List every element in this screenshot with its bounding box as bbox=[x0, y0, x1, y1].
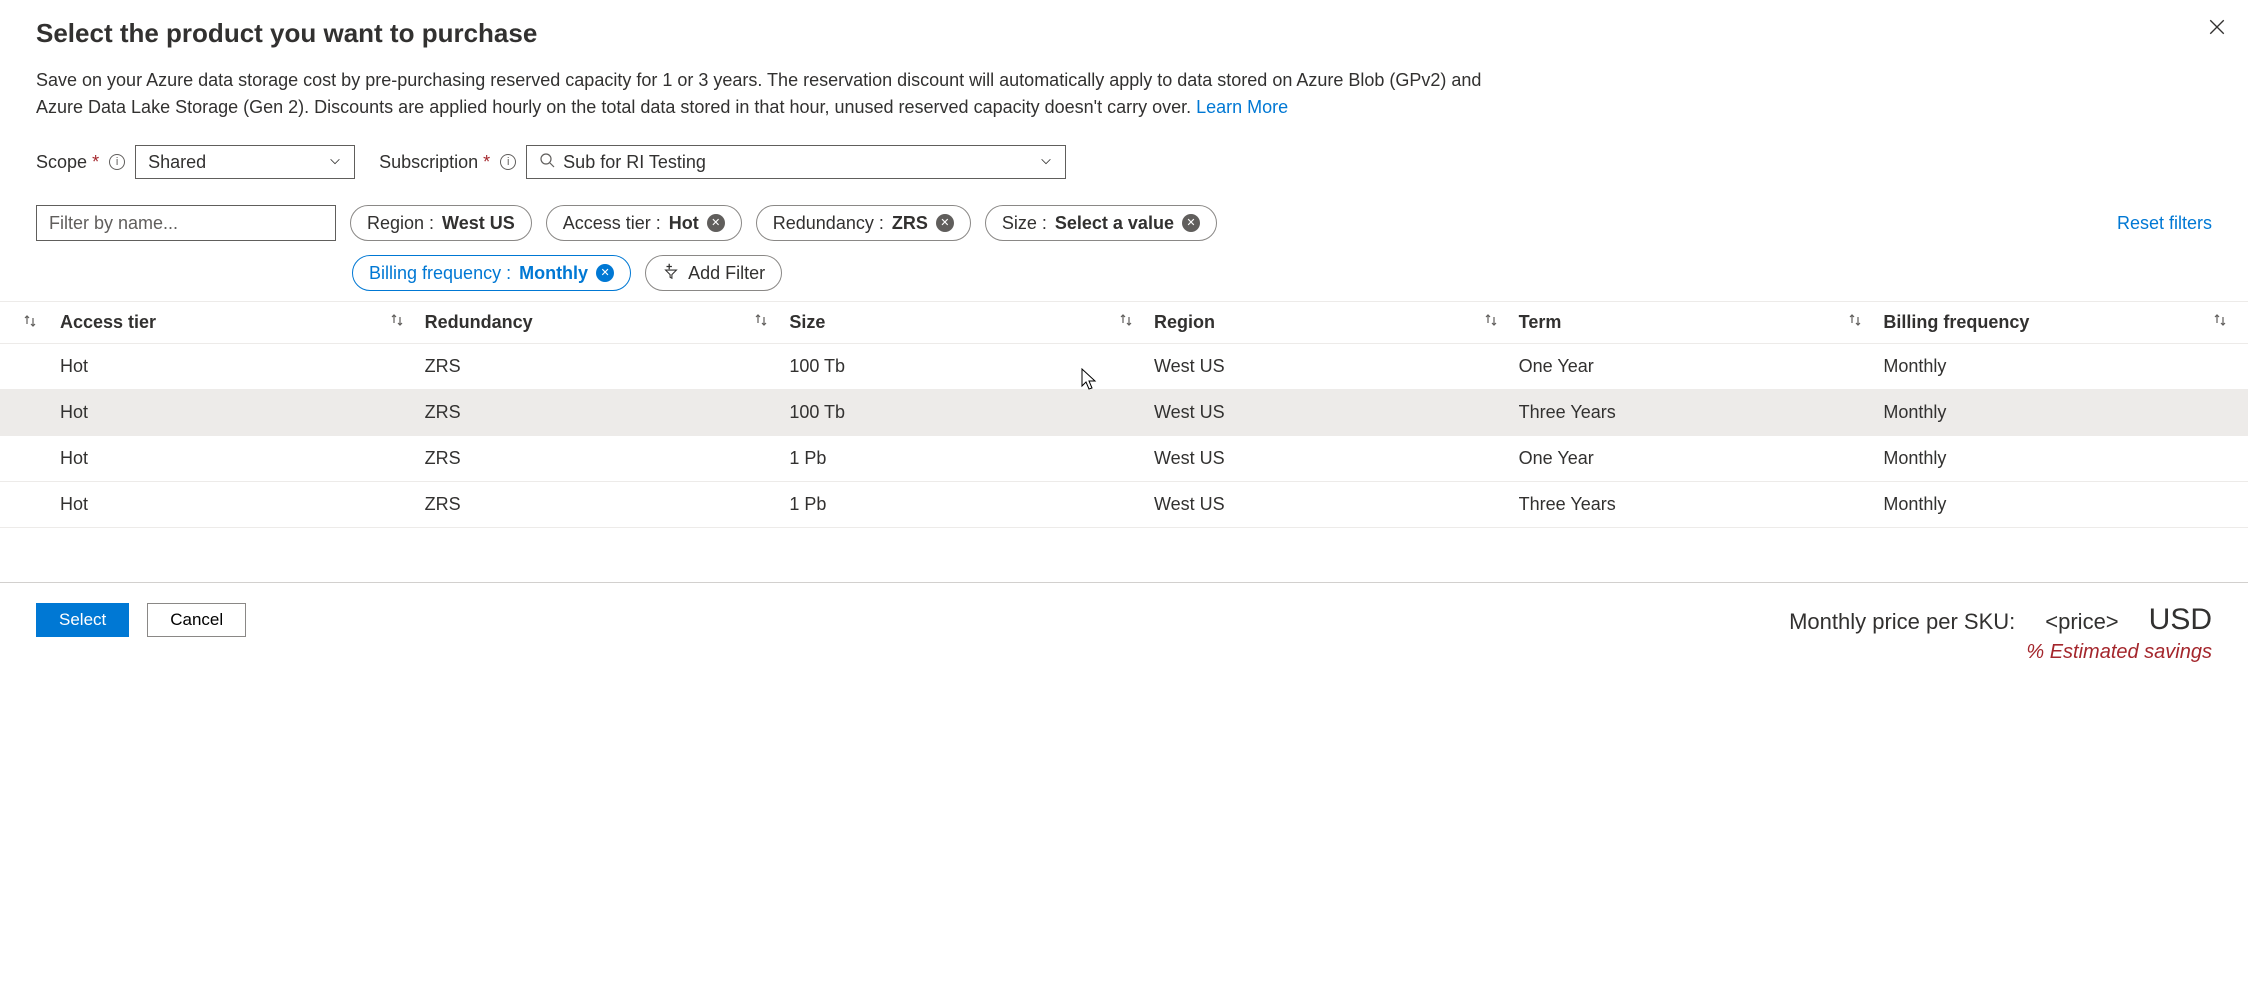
clear-filter-icon[interactable]: ✕ bbox=[1182, 214, 1200, 232]
learn-more-link[interactable]: Learn More bbox=[1196, 97, 1288, 117]
column-header-term[interactable]: Term bbox=[1519, 312, 1884, 333]
subscription-dropdown[interactable]: Sub for RI Testing bbox=[526, 145, 1066, 179]
table-row[interactable]: Hot ZRS 1 Pb West US Three Years Monthly bbox=[0, 482, 2248, 528]
subscription-value: Sub for RI Testing bbox=[563, 152, 706, 173]
table-row[interactable]: Hot ZRS 1 Pb West US One Year Monthly bbox=[0, 436, 2248, 482]
sort-icon bbox=[1847, 312, 1863, 333]
table-header-row: Access tier Redundancy Size Region Term … bbox=[0, 302, 2248, 344]
price-currency: USD bbox=[2149, 603, 2212, 637]
clear-filter-icon[interactable]: ✕ bbox=[707, 214, 725, 232]
info-icon[interactable]: i bbox=[109, 154, 125, 170]
row-sort-icon[interactable] bbox=[0, 313, 60, 332]
billing-frequency-filter-pill[interactable]: Billing frequency : Monthly ✕ bbox=[352, 255, 631, 291]
table-row[interactable]: Hot ZRS 100 Tb West US One Year Monthly bbox=[0, 344, 2248, 390]
size-filter-pill[interactable]: Size : Select a value ✕ bbox=[985, 205, 1217, 241]
chevron-down-icon bbox=[1039, 152, 1053, 173]
column-header-access-tier[interactable]: Access tier bbox=[60, 312, 425, 333]
sort-icon bbox=[1118, 312, 1134, 333]
scope-label: Scope * bbox=[36, 152, 99, 173]
select-button[interactable]: Select bbox=[36, 603, 129, 637]
close-button[interactable] bbox=[2208, 18, 2226, 39]
column-header-billing[interactable]: Billing frequency bbox=[1883, 312, 2248, 333]
info-icon[interactable]: i bbox=[500, 154, 516, 170]
sort-icon bbox=[1483, 312, 1499, 333]
region-filter-pill[interactable]: Region : West US bbox=[350, 205, 532, 241]
clear-filter-icon[interactable]: ✕ bbox=[596, 264, 614, 282]
subscription-label: Subscription * bbox=[379, 152, 490, 173]
column-header-redundancy[interactable]: Redundancy bbox=[425, 312, 790, 333]
sort-icon bbox=[2212, 312, 2228, 333]
price-value: <price> bbox=[2045, 609, 2118, 635]
cancel-button[interactable]: Cancel bbox=[147, 603, 246, 637]
add-filter-button[interactable]: Add Filter bbox=[645, 255, 782, 291]
redundancy-filter-pill[interactable]: Redundancy : ZRS ✕ bbox=[756, 205, 971, 241]
reset-filters-link[interactable]: Reset filters bbox=[2117, 213, 2212, 234]
search-icon bbox=[539, 152, 555, 173]
clear-filter-icon[interactable]: ✕ bbox=[936, 214, 954, 232]
page-title: Select the product you want to purchase bbox=[36, 18, 2212, 49]
description-text: Save on your Azure data storage cost by … bbox=[36, 67, 1516, 121]
price-label: Monthly price per SKU: bbox=[1789, 609, 2015, 635]
column-header-region[interactable]: Region bbox=[1154, 312, 1519, 333]
chevron-down-icon bbox=[328, 152, 342, 173]
filter-by-name-input[interactable]: Filter by name... bbox=[36, 205, 336, 241]
sort-icon bbox=[389, 312, 405, 333]
scope-value: Shared bbox=[148, 152, 206, 173]
access-tier-filter-pill[interactable]: Access tier : Hot ✕ bbox=[546, 205, 742, 241]
table-row[interactable]: Hot ZRS 100 Tb West US Three Years Month… bbox=[0, 390, 2248, 436]
sort-icon bbox=[753, 312, 769, 333]
scope-dropdown[interactable]: Shared bbox=[135, 145, 355, 179]
estimated-savings: % Estimated savings bbox=[1789, 641, 2212, 664]
add-filter-icon bbox=[662, 262, 680, 285]
filter-placeholder: Filter by name... bbox=[49, 213, 178, 234]
column-header-size[interactable]: Size bbox=[789, 312, 1154, 333]
